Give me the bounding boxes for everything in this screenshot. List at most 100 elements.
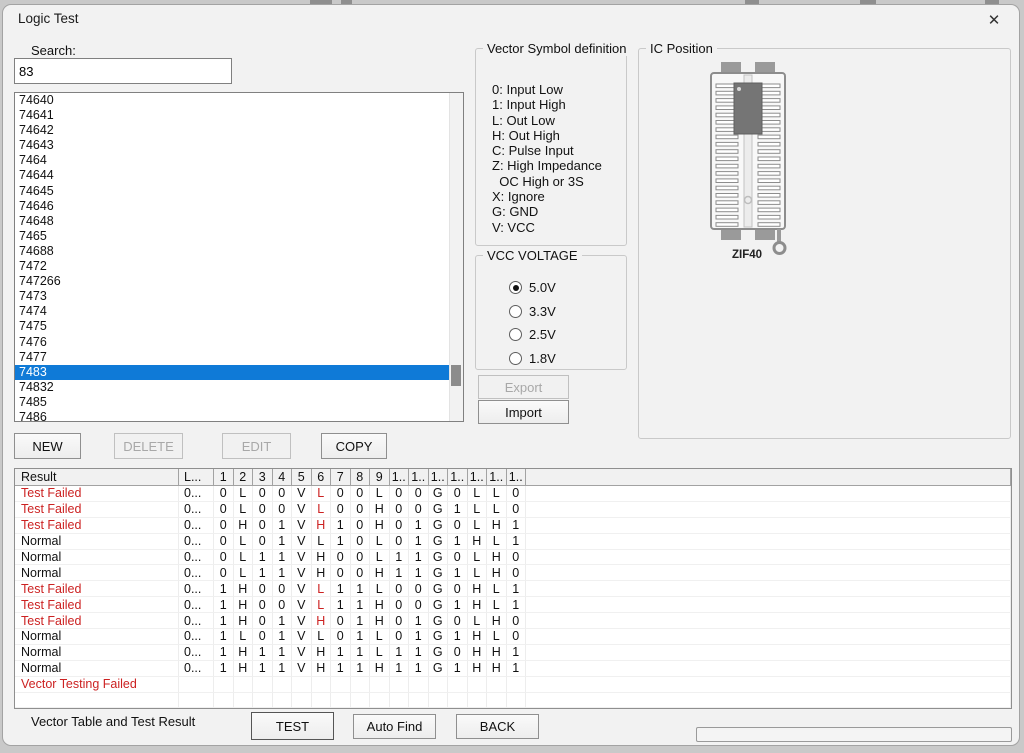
- ic-list-item[interactable]: 74832: [15, 380, 463, 395]
- table-cell: 1..: [429, 469, 449, 486]
- ic-list-item[interactable]: 7472: [15, 259, 463, 274]
- table-cell: H: [370, 597, 390, 613]
- table-cell: 0: [409, 581, 429, 597]
- table-cell: H: [468, 581, 488, 597]
- ic-list-item[interactable]: 7486: [15, 410, 463, 422]
- table-empty-row: [15, 693, 1011, 709]
- table-cell: [331, 677, 351, 693]
- radio-icon[interactable]: [509, 328, 522, 341]
- table-row[interactable]: Normal0...1L01VL01L01G1HL0: [15, 629, 1011, 645]
- table-cell: 6: [312, 469, 332, 486]
- table-cell: 0: [390, 613, 410, 629]
- radio-icon[interactable]: [509, 305, 522, 318]
- table-cell: 0...: [179, 565, 214, 581]
- table-cell: 0: [273, 581, 293, 597]
- ic-list-item[interactable]: 74644: [15, 168, 463, 183]
- table-cell: L: [312, 534, 332, 550]
- copy-button[interactable]: COPY: [321, 433, 387, 459]
- table-cell: 0: [390, 486, 410, 502]
- table-cell: 2: [234, 469, 254, 486]
- radio-label: 2.5V: [529, 327, 556, 342]
- table-cell: [448, 693, 468, 709]
- table-cell: 1: [331, 597, 351, 613]
- ic-list-item[interactable]: 7473: [15, 289, 463, 304]
- ic-list-item[interactable]: 74688: [15, 244, 463, 259]
- table-cell: 0: [214, 502, 234, 518]
- table-cell: L: [370, 645, 390, 661]
- ic-list-item[interactable]: 7475: [15, 319, 463, 334]
- table-cell: L: [468, 550, 488, 566]
- ic-list-item[interactable]: 74648: [15, 214, 463, 229]
- table-row[interactable]: Normal0...0L11VH00H11G1LH0: [15, 565, 1011, 581]
- radio-icon[interactable]: [509, 281, 522, 294]
- table-cell: V: [292, 486, 312, 502]
- table-cell: 0: [390, 534, 410, 550]
- table-cell: 0...: [179, 550, 214, 566]
- auto-find-button[interactable]: Auto Find: [353, 714, 436, 739]
- table-cell: [526, 565, 1011, 581]
- table-row[interactable]: Test Failed0...0H01VH10H01G0LH1: [15, 518, 1011, 534]
- ic-list-item[interactable]: 7464: [15, 153, 463, 168]
- table-row[interactable]: Normal0...1H11VH11L11G0HH1: [15, 645, 1011, 661]
- ic-list-item[interactable]: 74646: [15, 199, 463, 214]
- table-row[interactable]: Test Failed0...1H00VL11H00G1HL1: [15, 597, 1011, 613]
- import-button[interactable]: Import: [478, 400, 569, 424]
- table-cell: 1: [253, 645, 273, 661]
- radio-icon[interactable]: [509, 352, 522, 365]
- table-cell: Normal: [15, 645, 179, 661]
- vcc-radio-5.0v[interactable]: 5.0V: [509, 280, 556, 295]
- table-cell: 1..: [390, 469, 410, 486]
- ic-list-item[interactable]: 74643: [15, 138, 463, 153]
- table-row[interactable]: Test Failed0...1H01VH01H01G0LH0: [15, 613, 1011, 629]
- table-cell: [312, 693, 332, 709]
- table-row[interactable]: Normal0...1H11VH11H11G1HH1: [15, 661, 1011, 677]
- table-cell: V: [292, 518, 312, 534]
- table-row[interactable]: Normal0...0L01VL10L01G1HL1: [15, 534, 1011, 550]
- table-cell: 7: [331, 469, 351, 486]
- table-cell: L: [370, 534, 390, 550]
- vcc-radio-3.3v[interactable]: 3.3V: [509, 304, 556, 319]
- table-cell: L: [487, 502, 507, 518]
- test-button[interactable]: TEST: [251, 712, 334, 740]
- ic-list-item[interactable]: 7474: [15, 304, 463, 319]
- table-cell: [409, 677, 429, 693]
- table-row[interactable]: Test Failed0...1H00VL11L00G0HL1: [15, 581, 1011, 597]
- table-cell: L: [234, 486, 254, 502]
- table-cell: 0: [507, 550, 527, 566]
- table-cell: 1: [409, 645, 429, 661]
- table-cell: L: [234, 502, 254, 518]
- table-cell: 0...: [179, 486, 214, 502]
- table-cell: 1: [214, 629, 234, 645]
- ic-list-item[interactable]: 7477: [15, 350, 463, 365]
- table-cell: 1: [273, 629, 293, 645]
- ic-list-item[interactable]: 7476: [15, 335, 463, 350]
- vcc-radio-1.8v[interactable]: 1.8V: [509, 351, 556, 366]
- edit-button: EDIT: [222, 433, 291, 459]
- ic-list-item[interactable]: 74642: [15, 123, 463, 138]
- ic-list-item[interactable]: 7465: [15, 229, 463, 244]
- table-cell: L: [487, 534, 507, 550]
- new-button[interactable]: NEW: [14, 433, 81, 459]
- vcc-radio-2.5v[interactable]: 2.5V: [509, 327, 556, 342]
- back-button[interactable]: BACK: [456, 714, 539, 739]
- ic-list-item[interactable]: 7485: [15, 395, 463, 410]
- ic-list-item[interactable]: 7483: [15, 365, 463, 380]
- search-input[interactable]: [14, 58, 232, 84]
- table-row[interactable]: Test Failed0...0L00VL00H00G1LL0: [15, 502, 1011, 518]
- ic-list-item[interactable]: 74645: [15, 184, 463, 199]
- table-row[interactable]: Test Failed0...0L00VL00L00G0LL0: [15, 486, 1011, 502]
- table-cell: H: [487, 645, 507, 661]
- table-cell: 1: [214, 613, 234, 629]
- ic-list-item[interactable]: 747266: [15, 274, 463, 289]
- close-icon[interactable]: ✕: [983, 9, 1005, 31]
- ic-list-item[interactable]: 74640: [15, 93, 463, 108]
- ic-list-scrollbar[interactable]: [449, 93, 463, 421]
- table-cell: 1: [507, 518, 527, 534]
- ic-list[interactable]: 7464074641746427464374647464474645746467…: [14, 92, 464, 422]
- table-cell: [526, 486, 1011, 502]
- table-row[interactable]: Normal0...0L11VH00L11G0LH0: [15, 550, 1011, 566]
- ic-list-item[interactable]: 74641: [15, 108, 463, 123]
- scrollbar-thumb[interactable]: [451, 365, 461, 386]
- table-cell: [487, 693, 507, 709]
- table-cell: [292, 693, 312, 709]
